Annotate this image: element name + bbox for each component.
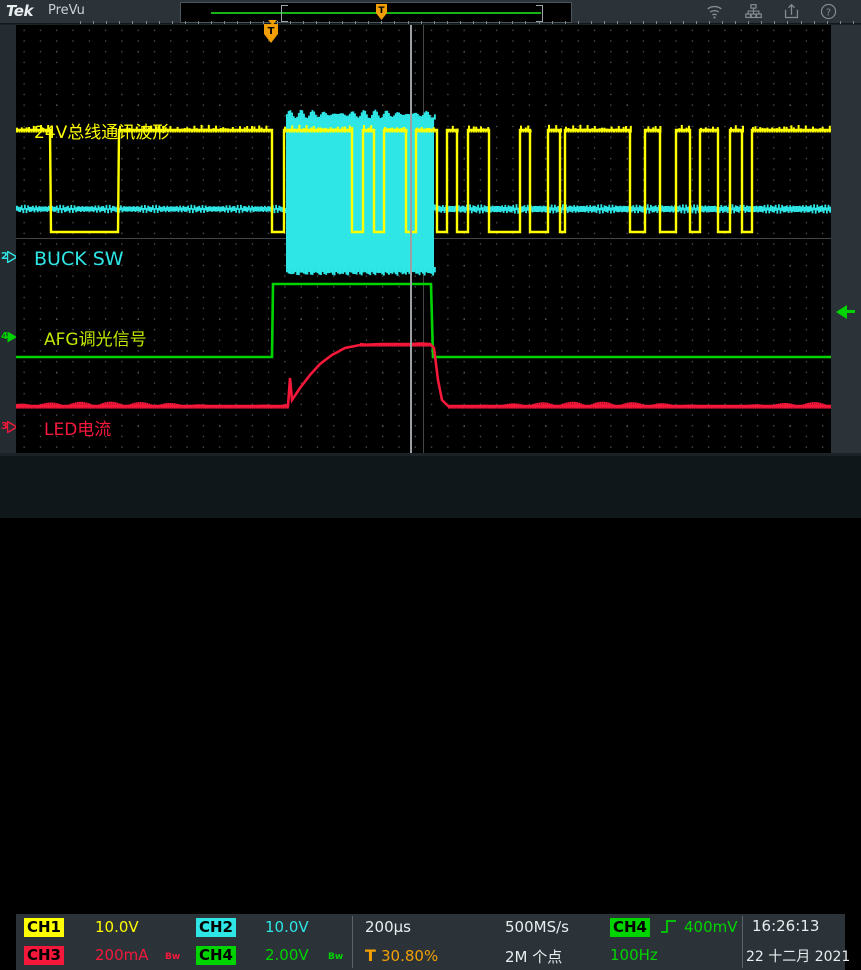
record-length-value[interactable]: 2M 个点 xyxy=(505,946,562,967)
ch4-waveform-label: AFG调光信号 xyxy=(44,325,147,350)
divider-2 xyxy=(742,916,743,968)
overview-bracket-left[interactable] xyxy=(281,5,288,22)
clock-date: 22 十二月 2021 xyxy=(746,946,850,966)
ch3-waveform-label: LED电流 xyxy=(44,415,111,440)
svg-text:T: T xyxy=(268,26,275,37)
ch3-badge[interactable]: CH3 xyxy=(24,946,64,965)
rising-edge-icon[interactable] xyxy=(660,917,677,935)
ch4-badge[interactable]: CH4 xyxy=(196,946,236,965)
ch1-waveform-label: 24V总线通讯波形 xyxy=(34,118,169,143)
ch2-waveform-label: BUCK SW xyxy=(34,248,124,270)
trigger-source-badge[interactable]: CH4 xyxy=(610,918,650,937)
sample-rate-value[interactable]: 500MS/s xyxy=(505,918,569,936)
timebase-value[interactable]: 200μs xyxy=(365,918,411,936)
ch3-trace xyxy=(16,344,831,406)
trigger-position-value[interactable]: 30.80% xyxy=(381,947,438,965)
acquisition-state-label: PreVu xyxy=(48,3,85,18)
ch2-trace-left xyxy=(16,205,287,214)
ch2-burst-block xyxy=(286,110,436,276)
waveform-overview-bar[interactable]: T xyxy=(180,2,572,23)
wifi-icon[interactable] xyxy=(706,3,723,20)
svg-text:?: ? xyxy=(826,7,831,18)
clock-time: 16:26:13 xyxy=(752,917,819,935)
ch4-handle[interactable]: 4 xyxy=(1,330,16,343)
network-icon[interactable] xyxy=(745,3,762,20)
trigger-frequency-value: 100Hz xyxy=(610,946,658,964)
left-channel-rail: 2 4 3 xyxy=(0,25,16,453)
ch2-vertical-scale[interactable]: 10.0V xyxy=(265,918,309,936)
top-status-bar: Tek PreVu T xyxy=(0,0,861,24)
ch4-bandwidth-icon: Bw xyxy=(328,952,343,962)
overview-trigger-marker[interactable]: T xyxy=(374,4,389,21)
ch3-vertical-scale[interactable]: 200mA xyxy=(95,946,149,964)
waveform-traces xyxy=(16,25,831,453)
help-icon[interactable]: ? xyxy=(820,3,837,20)
right-rail xyxy=(831,25,861,453)
divider-1 xyxy=(352,916,353,968)
vertical-cursor[interactable] xyxy=(410,25,412,453)
afg-output-arrow-tail xyxy=(846,310,855,313)
bottom-settings-bar: CH1 10.0V CH2 10.0V CH3 200mA Bw CH4 2.0… xyxy=(0,456,861,518)
ch1-vertical-scale[interactable]: 10.0V xyxy=(95,918,139,936)
trigger-level-value[interactable]: 400mV xyxy=(684,918,738,936)
svg-text:T: T xyxy=(378,6,385,16)
ch2-badge[interactable]: CH2 xyxy=(196,918,236,937)
oscilloscope-screen: Tek PreVu T xyxy=(0,0,861,518)
trigger-position-marker[interactable]: T xyxy=(263,24,279,44)
ch2-handle[interactable]: 2 xyxy=(1,250,16,263)
trigger-position-symbol: T xyxy=(365,946,376,965)
overview-bracket-right[interactable] xyxy=(536,5,543,22)
ch3-bandwidth-icon: Bw xyxy=(165,952,180,962)
waveform-graticule[interactable]: 24V总线通讯波形 BUCK SW AFG调光信号 LED电流 xyxy=(16,25,831,453)
ch3-trace-noise xyxy=(16,342,831,408)
ch2-trace-right xyxy=(434,204,831,214)
save-upload-icon[interactable] xyxy=(783,3,800,20)
ch1-badge[interactable]: CH1 xyxy=(24,918,64,937)
tek-logo: Tek xyxy=(6,2,33,20)
ch3-handle[interactable]: 3 xyxy=(1,420,16,433)
ch4-vertical-scale[interactable]: 2.00V xyxy=(265,946,309,964)
